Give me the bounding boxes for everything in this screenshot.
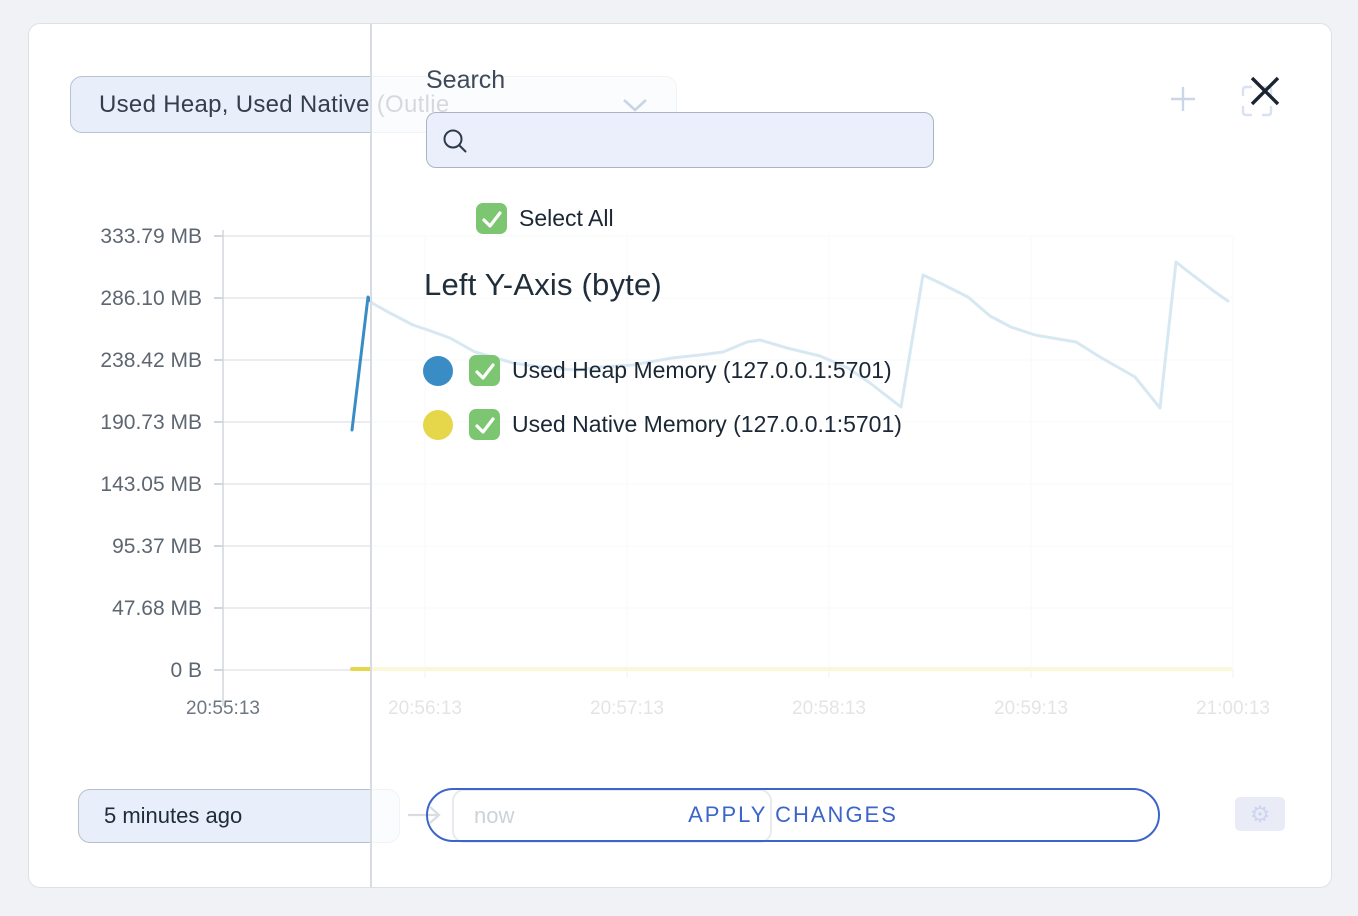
- settings-gear-icon[interactable]: ⚙: [1235, 797, 1285, 831]
- select-all-row[interactable]: Select All: [476, 203, 614, 234]
- checkmark-icon: [470, 410, 500, 440]
- close-icon[interactable]: [1248, 74, 1282, 108]
- checkmark-icon: [470, 356, 500, 386]
- gear-glyph: ⚙: [1250, 801, 1271, 828]
- page-background: { "stage": { "bg": "#f1f2f6" }, "card": …: [0, 0, 1358, 916]
- select-all-checkbox[interactable]: [476, 203, 507, 234]
- series-option-label-native: Used Native Memory (127.0.0.1:5701): [512, 411, 902, 438]
- apply-changes-button[interactable]: APPLY CHANGES: [426, 788, 1160, 842]
- series-option-native[interactable]: Used Native Memory (127.0.0.1:5701): [423, 409, 902, 440]
- series-selector-popup: now ⚙ Search Select All Left Y-Axis (byt…: [370, 24, 1331, 887]
- series-color-dot-heap: [423, 356, 453, 386]
- series-color-dot-native: [423, 410, 453, 440]
- series-checkbox-heap[interactable]: [469, 355, 500, 386]
- series-option-label-heap: Used Heap Memory (127.0.0.1:5701): [512, 357, 892, 384]
- select-all-label: Select All: [519, 205, 614, 232]
- checkmark-icon: [477, 204, 507, 234]
- time-from-value: 5 minutes ago: [104, 803, 242, 829]
- left-y-axis-heading: Left Y-Axis (byte): [424, 267, 662, 303]
- add-icon[interactable]: [1169, 85, 1197, 113]
- time-from-input[interactable]: 5 minutes ago: [78, 789, 400, 843]
- search-input[interactable]: [426, 112, 934, 168]
- series-option-heap[interactable]: Used Heap Memory (127.0.0.1:5701): [423, 355, 892, 386]
- apply-changes-label: APPLY CHANGES: [688, 802, 898, 828]
- search-label: Search: [426, 66, 505, 95]
- chevron-down-icon: [622, 97, 648, 113]
- series-checkbox-native[interactable]: [469, 409, 500, 440]
